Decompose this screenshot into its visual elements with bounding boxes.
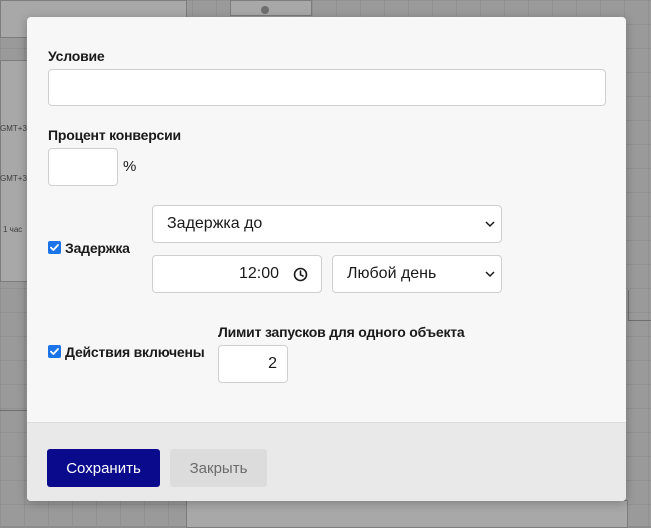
actions-enabled-label[interactable]: Действия включены bbox=[65, 344, 205, 360]
checkmark-icon bbox=[50, 244, 59, 251]
actions-enabled-checkbox[interactable] bbox=[48, 345, 61, 358]
canvas-label: GMT+3 bbox=[0, 174, 27, 183]
delay-type-selected: Задержка до bbox=[167, 215, 263, 232]
canvas-node bbox=[230, 0, 312, 16]
percent-sign: % bbox=[123, 158, 137, 175]
modal-footer: Сохранить Закрыть bbox=[27, 422, 626, 501]
chevron-down-icon bbox=[485, 271, 495, 278]
launch-limit-input[interactable] bbox=[218, 345, 288, 383]
conversion-input[interactable] bbox=[48, 148, 118, 186]
canvas-connector-dot bbox=[261, 6, 269, 14]
save-button[interactable]: Сохранить bbox=[47, 449, 160, 487]
condition-label: Условие bbox=[48, 48, 105, 64]
launch-limit-label: Лимит запусков для одного объекта bbox=[218, 324, 465, 340]
condition-modal: Условие Процент конверсии % Задержка Зад… bbox=[27, 17, 626, 501]
delay-checkbox[interactable] bbox=[48, 241, 61, 254]
canvas-label: GMT+3 bbox=[0, 124, 27, 133]
conversion-label: Процент конверсии bbox=[48, 127, 181, 143]
delay-checkbox-label[interactable]: Задержка bbox=[65, 240, 130, 256]
checkmark-icon bbox=[50, 348, 59, 355]
delay-day-select[interactable]: Любой день bbox=[332, 255, 502, 293]
canvas-connector-line bbox=[628, 290, 629, 320]
close-button[interactable]: Закрыть bbox=[170, 449, 267, 487]
delay-time-input[interactable]: 12:00 bbox=[152, 255, 322, 293]
canvas-node bbox=[186, 500, 628, 528]
delay-day-selected: Любой день bbox=[347, 265, 437, 282]
canvas-connector-line bbox=[628, 320, 651, 321]
canvas-node bbox=[0, 60, 29, 282]
delay-type-select[interactable]: Задержка до bbox=[152, 205, 502, 243]
clock-icon[interactable] bbox=[293, 267, 308, 282]
condition-input[interactable] bbox=[48, 69, 606, 106]
canvas-connector-line bbox=[0, 410, 27, 411]
modal-body: Условие Процент конверсии % Задержка Зад… bbox=[27, 17, 626, 422]
chevron-down-icon bbox=[485, 221, 495, 228]
delay-time-value: 12:00 bbox=[238, 265, 279, 282]
canvas-label: 1 час bbox=[3, 225, 23, 234]
